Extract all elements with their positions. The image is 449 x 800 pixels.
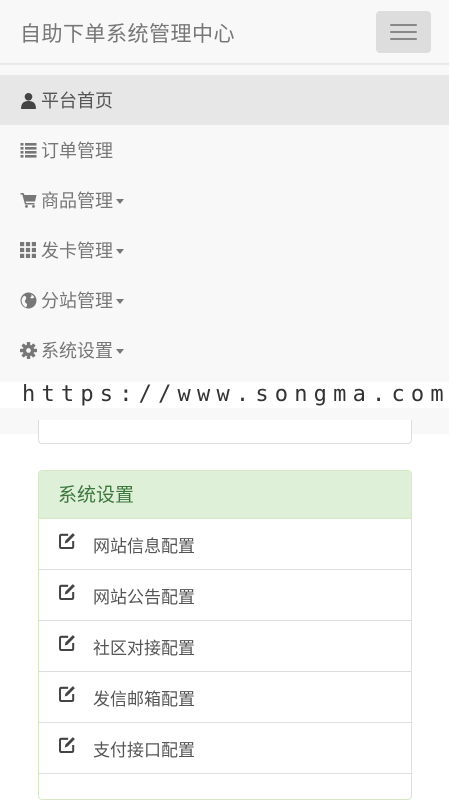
hamburger-icon-bar [390,38,417,40]
grid-icon [19,241,37,259]
edit-icon [58,736,76,754]
brand-title[interactable]: 自助下单系统管理中心 [20,18,235,48]
list-item-label: 网站公告配置 [93,587,195,608]
caret-down-icon [116,198,124,204]
list-item-site-info[interactable]: 网站信息配置 [39,519,411,570]
menu-item-label: 商品管理 [41,191,113,212]
menu-item-label: 订单管理 [41,141,113,162]
menu-item-products[interactable]: 商品管理 [0,175,449,225]
list-item-mail-config[interactable]: 发信邮箱配置 [39,672,411,723]
list-item-payment-config[interactable]: 支付接口配置 [39,723,411,774]
menu-item-label: 发卡管理 [41,241,113,262]
top-navbar: 自助下单系统管理中心 [0,0,449,64]
system-settings-panel: 系统设置 网站信息配置 网站公告配置 社区对接配置 发信邮箱配置 支付接口配置 [38,470,412,800]
list-icon [19,141,37,159]
menu-item-home[interactable]: 平台首页 [0,75,449,125]
edit-icon [58,685,76,703]
menu-item-label: 平台首页 [41,91,113,112]
caret-down-icon [116,248,124,254]
menu-item-label: 系统设置 [41,341,113,362]
list-item-label: 社区对接配置 [93,638,195,659]
menu-item-label: 分站管理 [41,291,113,312]
previous-panel-bottom [38,420,412,444]
edit-icon [58,532,76,550]
edit-icon [58,634,76,652]
menu-item-system-settings[interactable]: 系统设置 [0,325,449,375]
menu-item-cards[interactable]: 发卡管理 [0,225,449,275]
caret-down-icon [116,348,124,354]
user-icon [19,91,37,109]
caret-down-icon [116,298,124,304]
list-item-label: 网站信息配置 [93,536,195,557]
gear-icon [19,341,37,359]
nav-menu: 平台首页 订单管理 商品管理 发卡管理 分站管理 系统设置 [0,64,449,382]
menu-item-orders[interactable]: 订单管理 [0,125,449,175]
list-item-site-notice[interactable]: 网站公告配置 [39,570,411,621]
panel-title: 系统设置 [39,471,411,519]
edit-icon [58,583,76,601]
list-item-label: 发信邮箱配置 [93,689,195,710]
list-item-community-docking[interactable]: 社区对接配置 [39,621,411,672]
menu-item-substations[interactable]: 分站管理 [0,275,449,325]
list-item-cutoff[interactable] [39,774,411,799]
hamburger-icon-bar [390,31,417,33]
shopping-cart-icon [19,191,37,209]
globe-icon [19,291,37,309]
hamburger-icon [390,24,417,26]
watermark-url: https://www.songma.com [0,382,449,408]
list-item-label: 支付接口配置 [93,740,195,761]
navbar-toggle-button[interactable] [376,11,431,53]
